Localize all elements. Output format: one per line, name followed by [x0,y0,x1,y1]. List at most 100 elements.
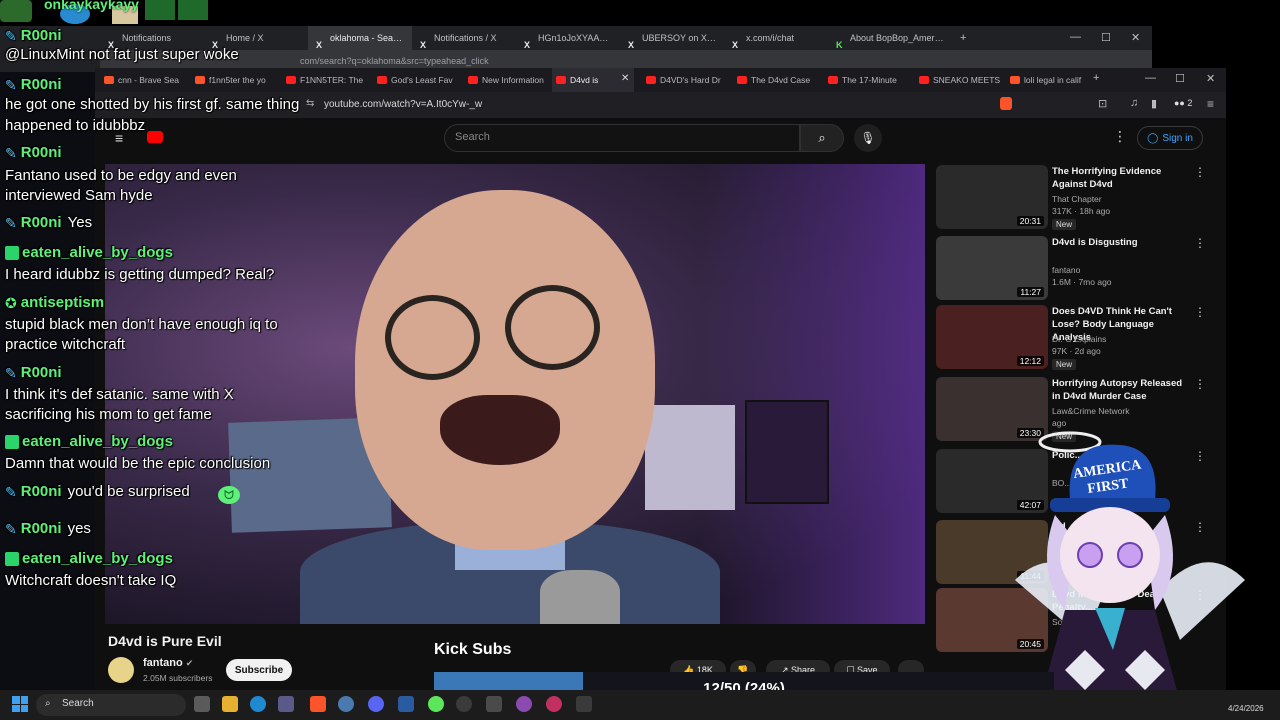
search-button[interactable]: ⌕ [800,124,844,152]
settings-icon[interactable] [338,696,354,712]
app-icon[interactable] [486,696,502,712]
more-options-icon[interactable]: ⋮ [1113,128,1127,145]
edge-icon[interactable] [250,696,266,712]
recommended-video[interactable]: 12:12 Does D4VD Think He Can't Lose? Body… [936,305,1206,370]
chat-message-row: Damn that would be the epic conclusion [5,454,270,474]
recommended-channel[interactable]: Law&Crime Network [1052,406,1129,416]
back-tab[interactable]: Xx.com/i/chat [724,26,828,50]
main-tab[interactable]: The 17-Minute [824,68,910,92]
sign-in-button[interactable]: ◯ Sign in [1137,126,1203,150]
channel-avatar[interactable] [108,657,134,683]
windows-start-icon[interactable] [12,696,28,712]
more-options-icon[interactable]: ⋮ [1194,236,1206,250]
recommended-meta: 317K · 18h ago [1052,206,1111,216]
main-tab[interactable]: New Information [464,68,550,92]
minimize-icon[interactable]: — [1070,31,1081,43]
more-options-icon[interactable]: ⋮ [1194,165,1206,179]
recommended-video[interactable]: 11:27 D4vd is Disgusting fantano 1.6M · 7mo… [936,236,1206,300]
back-tab[interactable]: X Notifications / X [412,26,516,50]
back-url: com/search?q=oklahoma&src=typeahead_clic… [300,56,489,66]
chat-message: he got one shotted by his first gf. same… [5,96,300,113]
video-thumbnail[interactable]: 20:31 [936,165,1048,229]
back-tab-active[interactable]: Xoklahoma - Search / [308,26,412,50]
video-thumbnail[interactable]: 11:27 [936,236,1048,300]
recommended-title[interactable]: D4vd is Disgusting [1052,236,1188,249]
main-tab[interactable]: D4VD's Hard Dr [642,68,728,92]
app-icon[interactable] [546,696,562,712]
more-options-icon[interactable]: ⋮ [1194,305,1206,319]
chat-message: sacrificing his mom to get fame [5,406,212,423]
chat-username-row: ✎ R00ni [5,363,62,383]
chat-message: interviewed Sam hyde [5,187,153,204]
search-input[interactable] [444,124,800,152]
main-tab[interactable]: cnn - Brave Sea [100,68,186,92]
x-logo-icon: X [420,40,427,50]
task-view-icon[interactable] [194,696,210,712]
subscriber-count: 2.05M subscribers [143,673,213,683]
new-tab-button[interactable]: + [1093,72,1099,84]
taskbar-search[interactable] [36,694,186,716]
brave-shields-icon[interactable] [1000,97,1012,110]
moderator-badge-icon: ✎ [5,145,17,162]
chat-message-row: stupid black men don’t have enough iq to [5,315,278,335]
video-thumbnail[interactable]: 12:12 [936,305,1048,369]
video-duration: 20:31 [1016,216,1044,226]
subscriber-badge-icon [5,552,19,567]
recommended-channel[interactable]: fantano [1052,265,1080,275]
brave-icon[interactable] [310,696,326,712]
wall-poster [745,400,829,504]
main-tab[interactable]: loli legal in calif [1006,68,1086,92]
obs-icon[interactable] [456,696,472,712]
maximize-icon[interactable]: ☐ [1101,31,1111,44]
back-tab[interactable]: K About BopBop_America [828,26,952,50]
x-logo-icon: X [732,40,739,50]
sidebar-icon[interactable]: ▮ [1151,97,1157,110]
recommended-channel[interactable]: Dr. G Explains [1052,334,1106,344]
back-tab[interactable]: XHGn1oJoXYAAyNbt (188 [516,26,620,50]
chat-username: R00ni [20,144,62,161]
subscriber-badge-icon [5,246,19,261]
subscribe-button[interactable]: Subscribe [226,659,292,681]
app-icon[interactable] [576,696,592,712]
taskbar-date: 4/24/2026 [1228,704,1264,713]
youtube-logo-icon[interactable] [147,131,163,143]
close-tab-icon[interactable]: ✕ [621,73,629,84]
site-settings-icon[interactable]: ⇆ [306,98,314,109]
eye [1117,542,1143,568]
chat-message: I think it's def satanic. same with X [5,386,234,403]
recommended-title[interactable]: Horrifying Autopsy Released in D4vd Murd… [1052,377,1188,403]
store-icon[interactable] [278,696,294,712]
chat-username-row: ✎ R00ni Yes [5,213,92,233]
music-icon[interactable]: ♫ [1130,97,1138,109]
close-icon[interactable]: ✕ [1206,72,1215,85]
voice-search-button[interactable]: 🎙 [854,124,882,152]
main-url: youtube.com/watch?v=A.It0cYw-_w [324,99,483,110]
recommended-channel[interactable]: That Chapter [1052,194,1102,204]
minimize-icon[interactable]: — [1145,72,1156,84]
main-tab[interactable]: The D4vd Case [733,68,819,92]
channel-name[interactable]: fantano ✔ [143,657,193,669]
recommended-video[interactable]: 20:31 The Horrifying Evidence Against D4v… [936,165,1206,230]
extensions-count[interactable]: ●● 2 [1174,98,1192,108]
chat-username-row: ✎ R00ni [5,26,62,46]
kick-icon[interactable] [428,696,444,712]
app-icon[interactable] [516,696,532,712]
video-duration: 11:27 [1017,287,1044,297]
file-explorer-icon[interactable] [222,696,238,712]
new-tab-button[interactable]: + [952,26,982,50]
main-tab[interactable]: SNEAKO MEETS [915,68,1001,92]
main-tab[interactable]: F1NN5TER: The [282,68,368,92]
close-icon[interactable]: ✕ [1131,31,1140,44]
main-tab[interactable]: God's Least Fav [373,68,459,92]
main-tab[interactable]: f1nn5ter the yo [191,68,277,92]
menu-icon[interactable]: ≡ [1207,97,1214,111]
back-tab[interactable]: XUBERSOY on X: "1. Watch [620,26,724,50]
discord-icon[interactable] [368,696,384,712]
more-options-icon[interactable]: ⋮ [1194,377,1206,391]
app-icon[interactable] [398,696,414,712]
chat-username: R00ni [20,364,62,381]
maximize-icon[interactable]: ☐ [1175,72,1185,85]
recommended-title[interactable]: The Horrifying Evidence Against D4vd [1052,165,1188,191]
start-tile [12,696,20,704]
reader-icon[interactable]: ⊡ [1098,97,1107,110]
